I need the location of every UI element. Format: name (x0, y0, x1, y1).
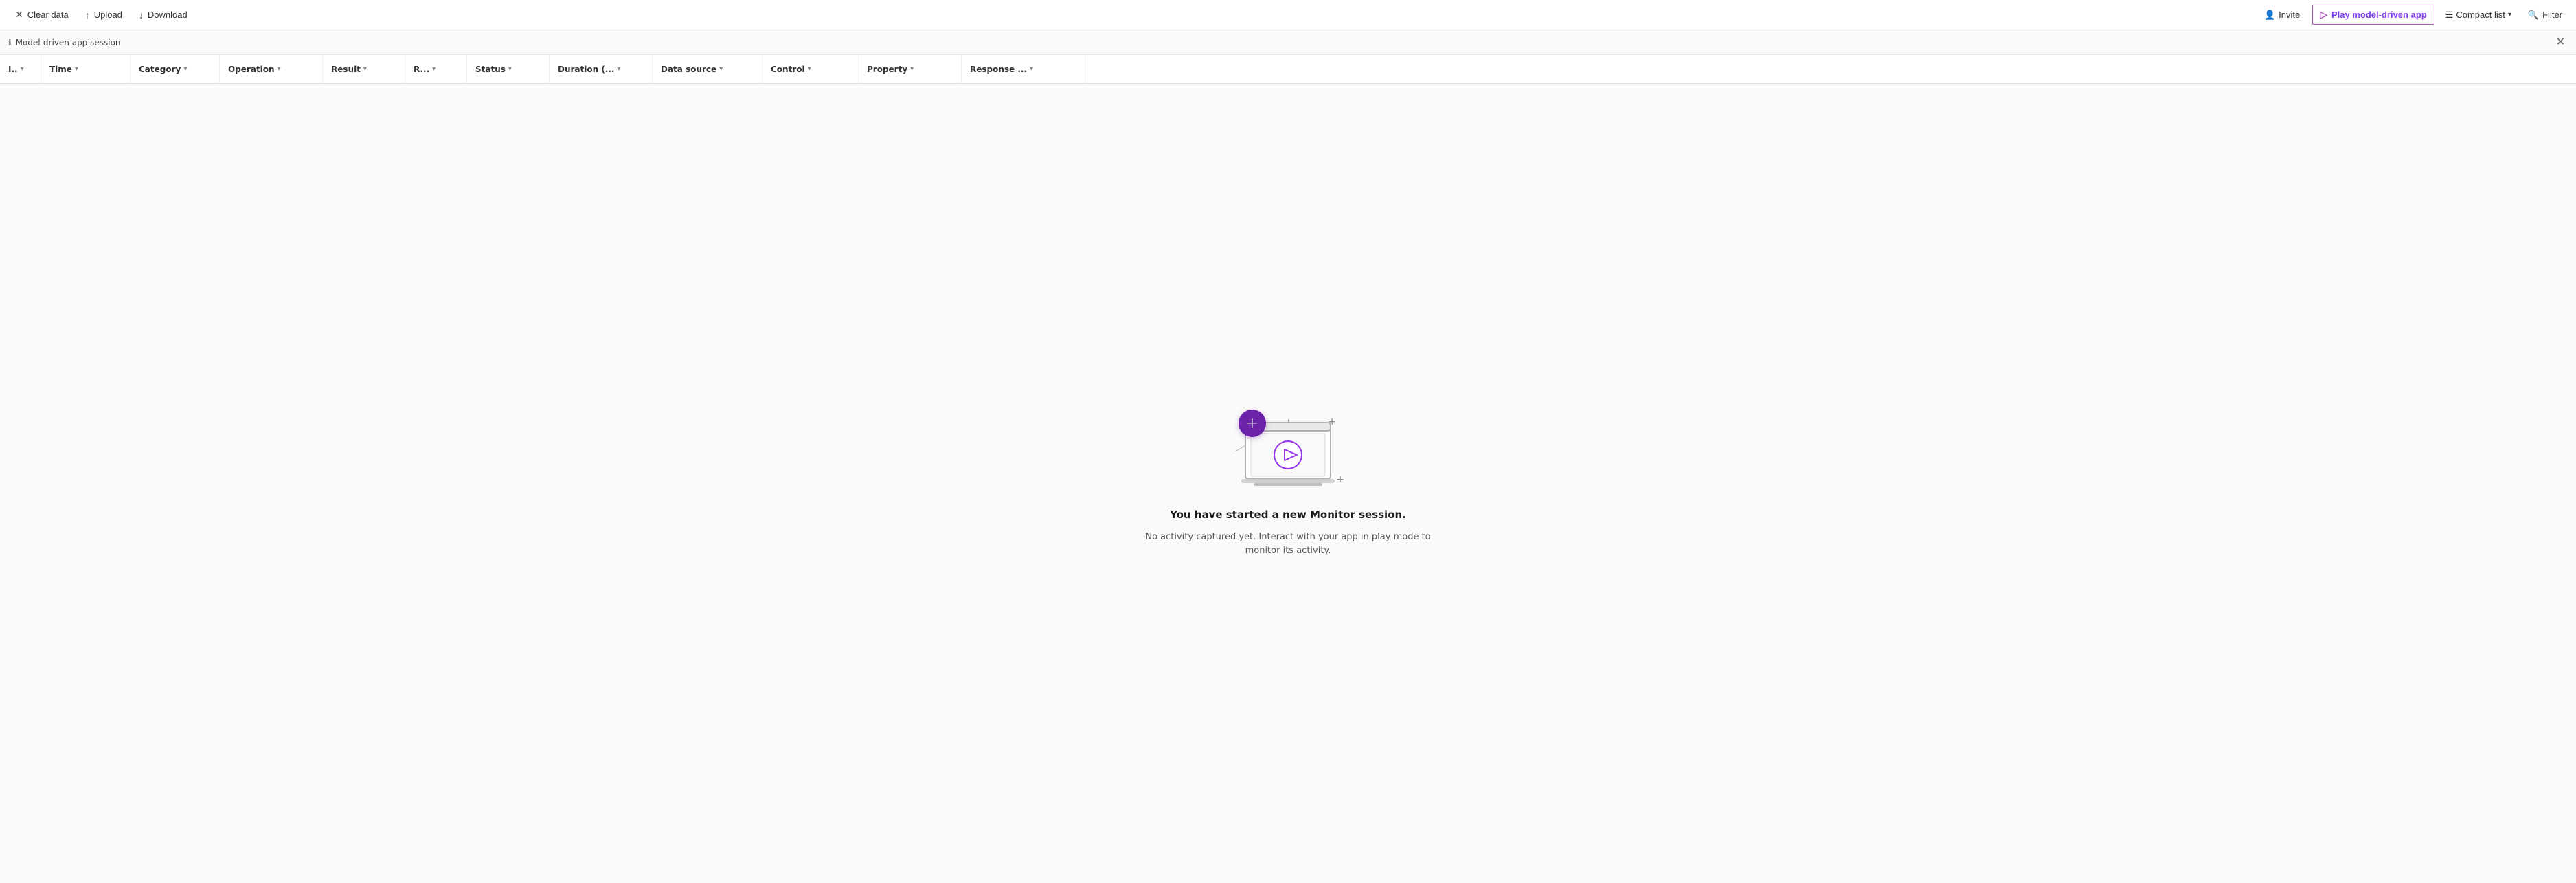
session-label: Model-driven app session (16, 38, 121, 47)
chevron-down-icon: ▾ (508, 65, 512, 73)
chevron-down-icon: ▾ (278, 65, 281, 73)
session-bar: ℹ Model-driven app session ✕ (0, 30, 2576, 55)
toolbar-right: 👤 Invite ▷ Play model-driven app ☰ Compa… (2257, 5, 2568, 25)
chevron-down-icon: ▾ (2508, 11, 2511, 19)
compact-list-button[interactable]: ☰ Compact list ▾ (2440, 6, 2517, 24)
upload-button[interactable]: ↑ Upload (78, 6, 129, 24)
col-header-result[interactable]: Result ▾ (323, 55, 405, 83)
empty-state-description: No activity captured yet. Interact with … (1144, 530, 1432, 557)
chevron-down-icon: ▾ (75, 65, 78, 73)
col-header-r[interactable]: R... ▾ (405, 55, 467, 83)
invite-button[interactable]: 👤 Invite (2257, 6, 2307, 24)
download-icon: ↓ (139, 10, 144, 21)
chevron-down-icon: ▾ (183, 65, 187, 73)
close-icon: ✕ (15, 9, 23, 21)
chevron-down-icon: ▾ (719, 65, 723, 73)
col-header-id[interactable]: I.. ▾ (0, 55, 41, 83)
col-header-operation[interactable]: Operation ▾ (220, 55, 323, 83)
col-header-control[interactable]: Control ▾ (762, 55, 859, 83)
play-icon: ▷ (2320, 9, 2327, 21)
col-header-time[interactable]: Time ▾ (41, 55, 131, 83)
filter-button[interactable]: 🔍 Filter (2522, 6, 2568, 24)
download-button[interactable]: ↓ Download (132, 6, 194, 24)
main-content: + + + (0, 84, 2576, 883)
chevron-down-icon: ▾ (363, 65, 367, 73)
plus-circle-icon: + (1239, 410, 1266, 437)
col-header-property[interactable]: Property ▾ (859, 55, 962, 83)
clear-data-button[interactable]: ✕ Clear data (8, 5, 76, 24)
chevron-down-icon: ▾ (618, 65, 621, 73)
chevron-down-icon: ▾ (432, 65, 436, 73)
person-icon: 👤 (2264, 10, 2275, 21)
empty-state: + + + (1144, 410, 1432, 557)
col-header-duration[interactable]: Duration (... ▾ (550, 55, 653, 83)
toolbar: ✕ Clear data ↑ Upload ↓ Download 👤 Invit… (0, 0, 2576, 30)
search-icon: 🔍 (2528, 10, 2539, 21)
list-icon: ☰ (2445, 10, 2454, 21)
upload-icon: ↑ (85, 10, 90, 21)
col-header-datasource[interactable]: Data source ▾ (653, 55, 762, 83)
play-model-driven-button[interactable]: ▷ Play model-driven app (2312, 5, 2434, 25)
chevron-down-icon: ▾ (1030, 65, 1033, 73)
close-session-button[interactable]: ✕ (2553, 34, 2568, 51)
chevron-down-icon: ▾ (808, 65, 811, 73)
chevron-down-icon: ▾ (21, 65, 24, 73)
empty-state-illustration: + + + (1226, 410, 1350, 499)
toolbar-left: ✕ Clear data ↑ Upload ↓ Download (8, 5, 2255, 24)
col-header-category[interactable]: Category ▾ (131, 55, 220, 83)
empty-state-title: You have started a new Monitor session. (1170, 508, 1406, 521)
col-header-status[interactable]: Status ▾ (467, 55, 550, 83)
info-icon: ℹ (8, 38, 12, 47)
column-headers: I.. ▾ Time ▾ Category ▾ Operation ▾ Resu… (0, 55, 2576, 84)
col-header-response[interactable]: Response ... ▾ (962, 55, 1085, 83)
chevron-down-icon: ▾ (910, 65, 914, 73)
